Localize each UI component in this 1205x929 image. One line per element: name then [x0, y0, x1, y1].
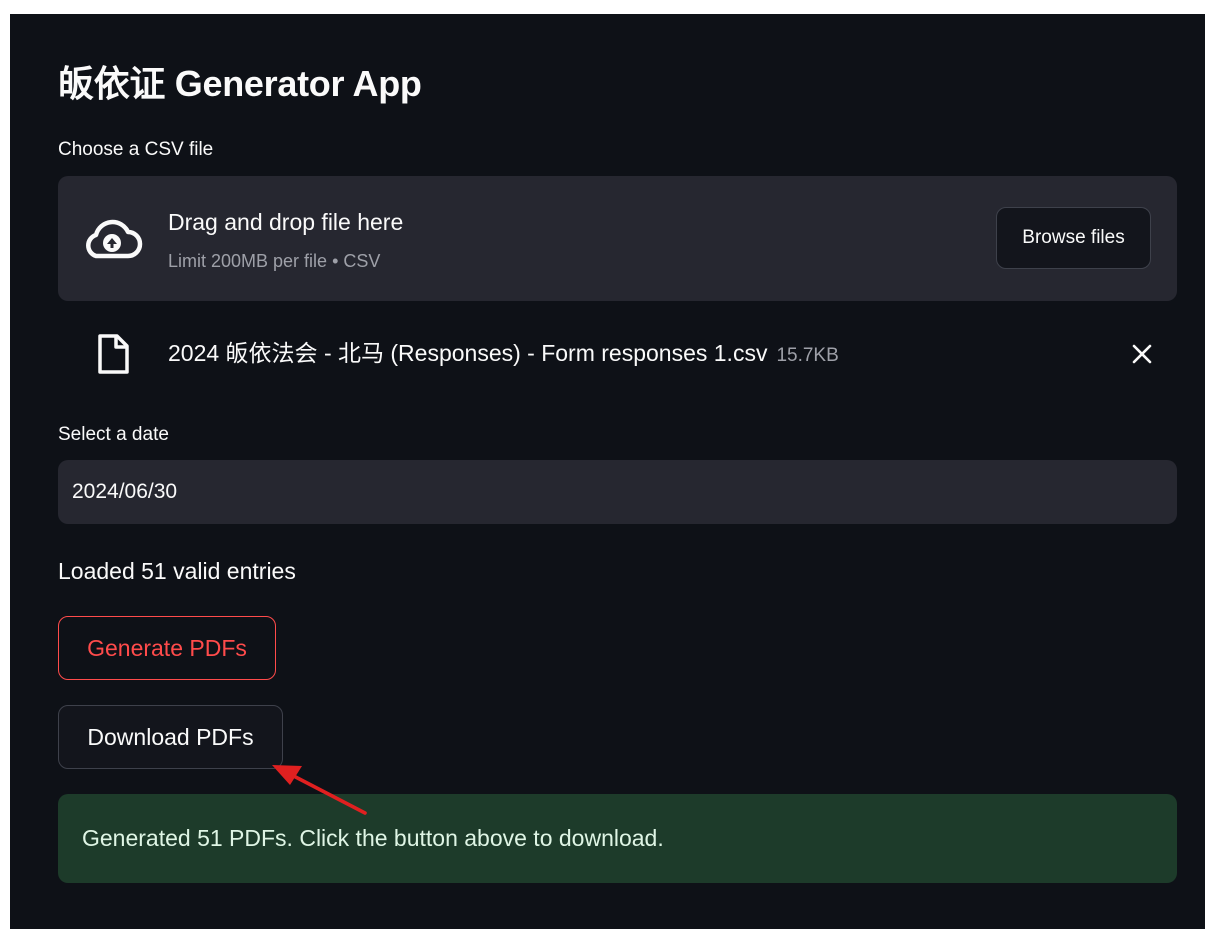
generate-pdfs-button[interactable]: Generate PDFs: [58, 616, 276, 680]
success-alert: Generated 51 PDFs. Click the button abov…: [58, 794, 1177, 883]
close-icon[interactable]: [1129, 341, 1155, 367]
cloud-upload-icon: [86, 219, 143, 259]
page-title: 皈依证 Generator App: [58, 63, 422, 104]
uploaded-file-row: 2024 皈依法会 - 北马 (Responses) - Form respon…: [58, 319, 1177, 385]
date-picker-label: Select a date: [58, 424, 169, 445]
uploaded-file-name: 2024 皈依法会 - 北马 (Responses) - Form respon…: [168, 339, 839, 370]
app-container: 皈依证 Generator App Choose a CSV file Drag…: [10, 14, 1205, 929]
dropzone-limit-text: Limit 200MB per file • CSV: [168, 251, 381, 271]
file-dropzone[interactable]: Drag and drop file here Limit 200MB per …: [58, 176, 1177, 301]
loaded-entries-text: Loaded 51 valid entries: [58, 558, 296, 584]
annotation-arrow-icon: [272, 765, 367, 815]
download-pdfs-button[interactable]: Download PDFs: [58, 705, 283, 769]
file-size: 15.7KB: [776, 345, 839, 366]
file-icon: [98, 334, 129, 374]
date-input[interactable]: [58, 460, 1177, 524]
file-uploader-label: Choose a CSV file: [58, 139, 214, 160]
dropzone-instruction: Drag and drop file here: [168, 209, 404, 235]
file-name-text: 2024 皈依法会 - 北马 (Responses) - Form respon…: [168, 340, 768, 366]
browse-files-button[interactable]: Browse files: [996, 207, 1151, 269]
